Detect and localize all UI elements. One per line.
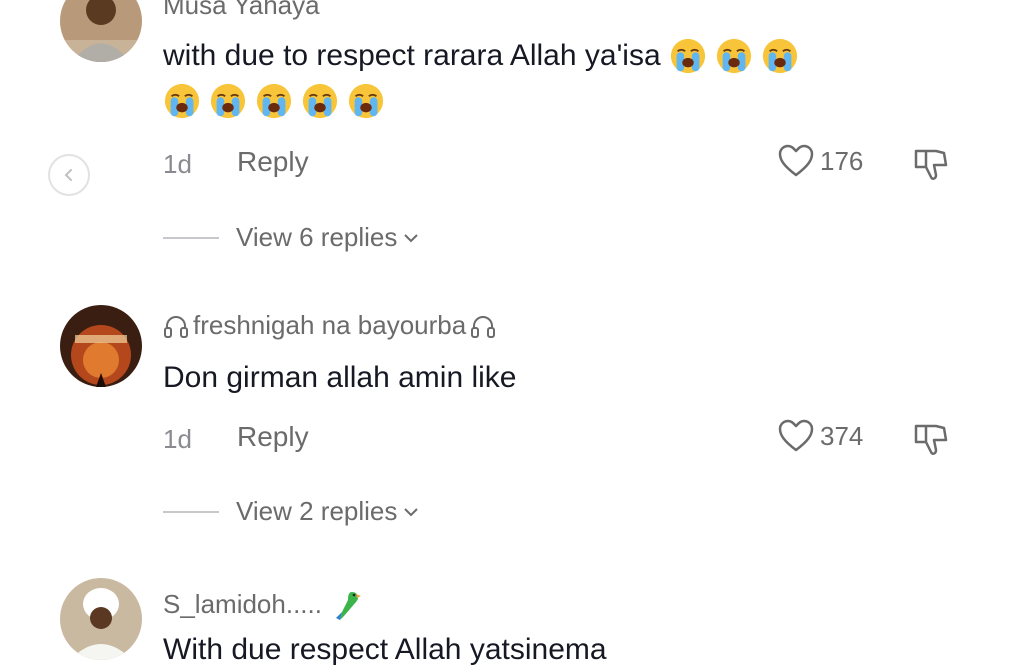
comment-username[interactable]: S_lamidoh..... — [163, 586, 366, 622]
back-button[interactable] — [48, 154, 90, 196]
avatar-s-lamidoh[interactable] — [60, 578, 142, 660]
headphone-icon — [163, 313, 189, 339]
comment-timestamp: 1d — [163, 149, 192, 179]
comment-text: with due to respect rarara Allah ya'isa — [163, 37, 799, 75]
thumbs-down-icon — [914, 149, 948, 180]
heart-outline-icon — [778, 419, 814, 452]
reply-button[interactable]: Reply — [237, 146, 309, 178]
comment-username[interactable]: freshnigah na bayourba — [163, 310, 496, 341]
like-button[interactable]: 374 — [778, 419, 863, 453]
chevron-left-icon — [64, 169, 72, 181]
emoji-line — [163, 82, 385, 120]
comment-text: With due respect Allah yatsinema — [163, 633, 607, 666]
like-button[interactable]: 176 — [778, 144, 863, 178]
chevron-down-icon — [404, 233, 419, 242]
like-count: 374 — [820, 420, 864, 451]
loudly-crying-face-icon — [209, 82, 247, 120]
loudly-crying-face-icon — [669, 37, 707, 75]
loudly-crying-face-icon — [255, 82, 293, 120]
comment-text: Don girman allah amin like — [163, 361, 517, 394]
avatar-musa-yahaya[interactable] — [60, 0, 142, 62]
loudly-crying-face-icon — [301, 82, 339, 120]
view-replies-button[interactable]: View 6 replies — [163, 222, 419, 253]
comment-username[interactable]: Musa Yahaya — [163, 0, 320, 21]
avatar-freshnigah[interactable] — [60, 305, 142, 387]
dislike-button[interactable] — [912, 420, 950, 458]
loudly-crying-face-icon — [347, 82, 385, 120]
loudly-crying-face-icon — [715, 37, 753, 75]
reply-button[interactable]: Reply — [237, 421, 309, 453]
headphone-icon — [470, 313, 496, 339]
dislike-button[interactable] — [912, 145, 950, 183]
loudly-crying-face-icon — [761, 37, 799, 75]
view-replies-button[interactable]: View 2 replies — [163, 496, 419, 527]
divider-line — [163, 236, 219, 239]
thumbs-down-icon — [914, 424, 948, 455]
comment-timestamp: 1d — [163, 424, 192, 454]
loudly-crying-face-icon — [163, 82, 201, 120]
divider-line — [163, 510, 219, 513]
parrot-icon — [330, 586, 366, 622]
like-count: 176 — [820, 145, 864, 176]
heart-outline-icon — [778, 144, 814, 177]
chevron-down-icon — [404, 507, 419, 516]
